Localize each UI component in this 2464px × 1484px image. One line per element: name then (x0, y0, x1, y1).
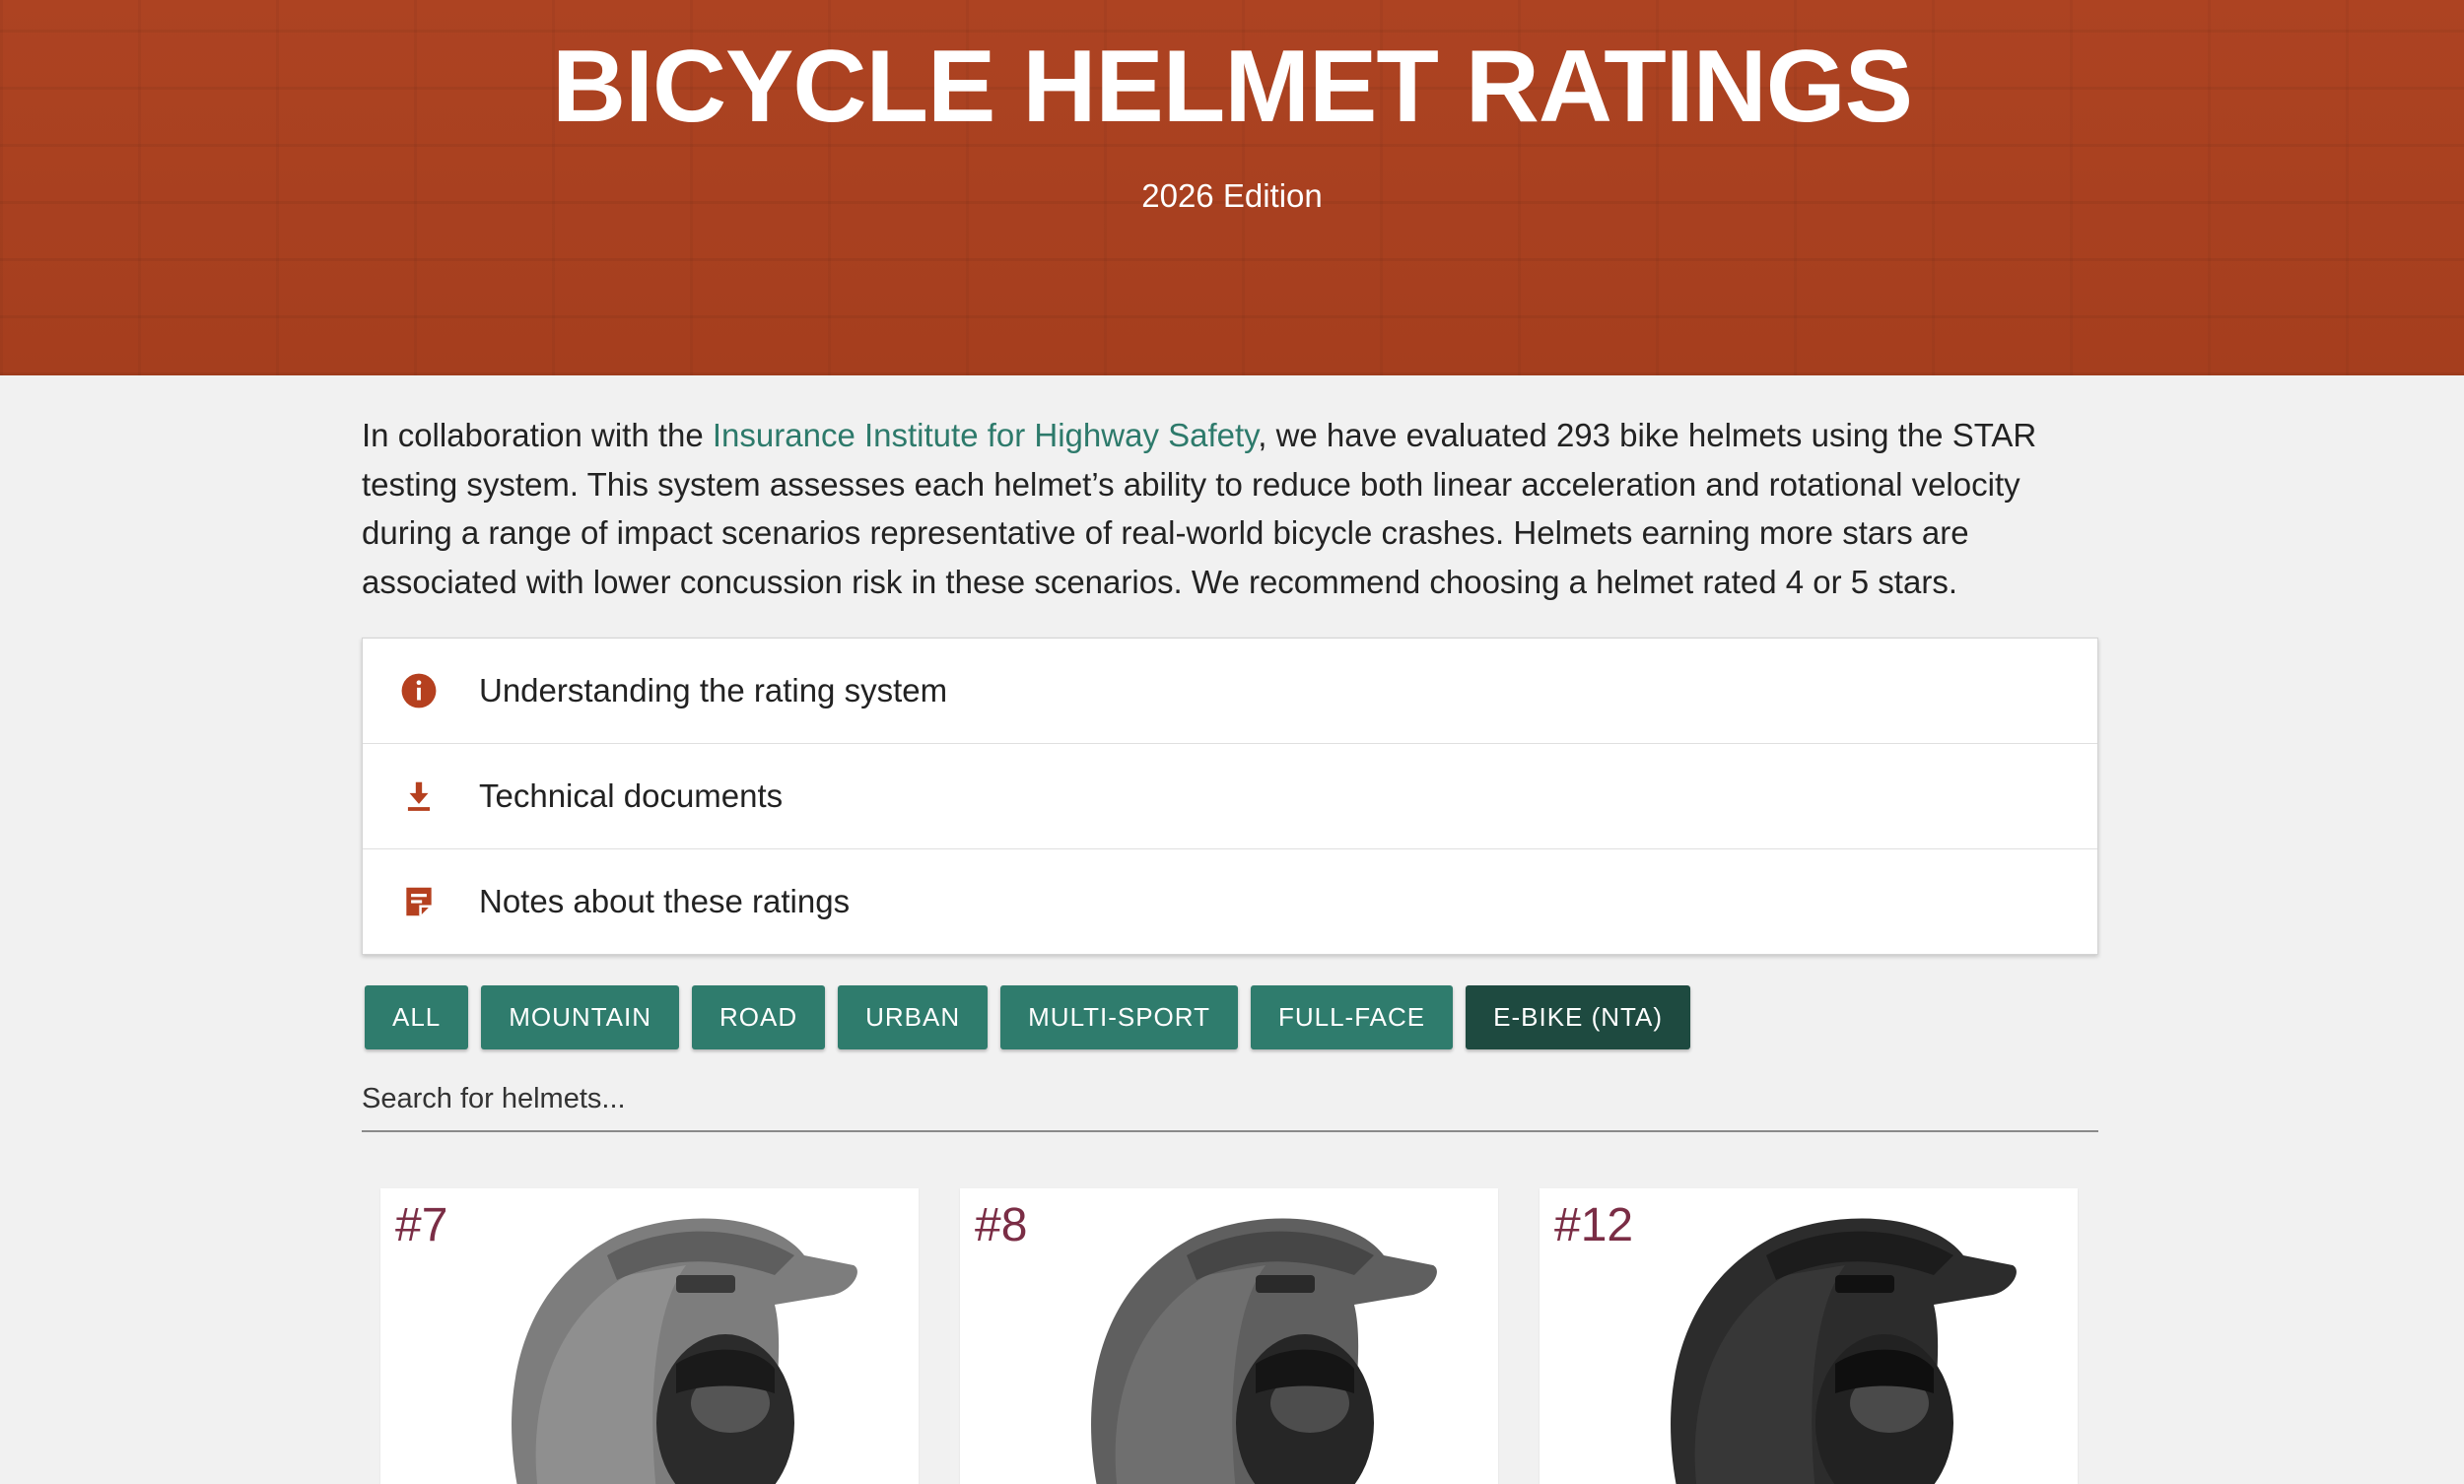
filter-urban-button[interactable]: URBAN (838, 985, 989, 1049)
filter-road-button[interactable]: ROAD (692, 985, 826, 1049)
accordion-label: Understanding the rating system (479, 672, 948, 708)
helmet-image (512, 1218, 857, 1484)
helmet-card[interactable]: #12 (1540, 1188, 2078, 1484)
helmet-rank: #12 (1554, 1199, 1634, 1251)
note-icon (400, 883, 438, 920)
helmet-card-grid: #7 #8 #12 (380, 1188, 2078, 1484)
helmet-card[interactable]: #7 (380, 1188, 919, 1484)
filter-all-button[interactable]: ALL (365, 985, 469, 1049)
accordion-item-notes[interactable]: Notes about these ratings (363, 849, 2097, 954)
accordion-label: Technical documents (479, 777, 784, 814)
iihs-link[interactable]: Insurance Institute for Highway Safety (713, 417, 1258, 453)
info-icon (400, 672, 438, 709)
accordion-item-rating-system[interactable]: Understanding the rating system (363, 639, 2097, 744)
filter-full-face-button[interactable]: FULL-FACE (1250, 985, 1454, 1049)
edition-label: 2026 Edition (1141, 177, 1323, 214)
header-banner: BICYCLE HELMET RATINGS 2026 Edition (0, 0, 2464, 375)
intro-text-start: In collaboration with the (362, 417, 713, 453)
helmet-card[interactable]: #8 (960, 1188, 1498, 1484)
helmet-rank: #8 (975, 1199, 1028, 1251)
helmet-search-input[interactable] (362, 1067, 2098, 1132)
filter-mountain-button[interactable]: MOUNTAIN (481, 985, 679, 1049)
helmet-image (1671, 1218, 2017, 1484)
helmet-rank: #7 (395, 1199, 448, 1251)
page-title: BICYCLE HELMET RATINGS (551, 30, 1913, 144)
accordion-item-technical-documents[interactable]: Technical documents (363, 744, 2097, 849)
helmet-image (1091, 1218, 1437, 1484)
accordion-label: Notes about these ratings (479, 883, 851, 919)
intro-paragraph: In collaboration with the Insurance Inst… (362, 411, 2098, 606)
filter-multi-sport-button[interactable]: MULTI-SPORT (1000, 985, 1238, 1049)
category-filters: ALL MOUNTAIN ROAD URBAN MULTI-SPORT FULL… (362, 985, 2098, 1049)
filter-e-bike-button[interactable]: E-BIKE (NTA) (1466, 985, 1690, 1049)
info-accordion: Understanding the rating system Technica… (362, 638, 2098, 955)
main-content: In collaboration with the Insurance Inst… (362, 375, 2098, 1132)
download-icon (400, 777, 438, 815)
